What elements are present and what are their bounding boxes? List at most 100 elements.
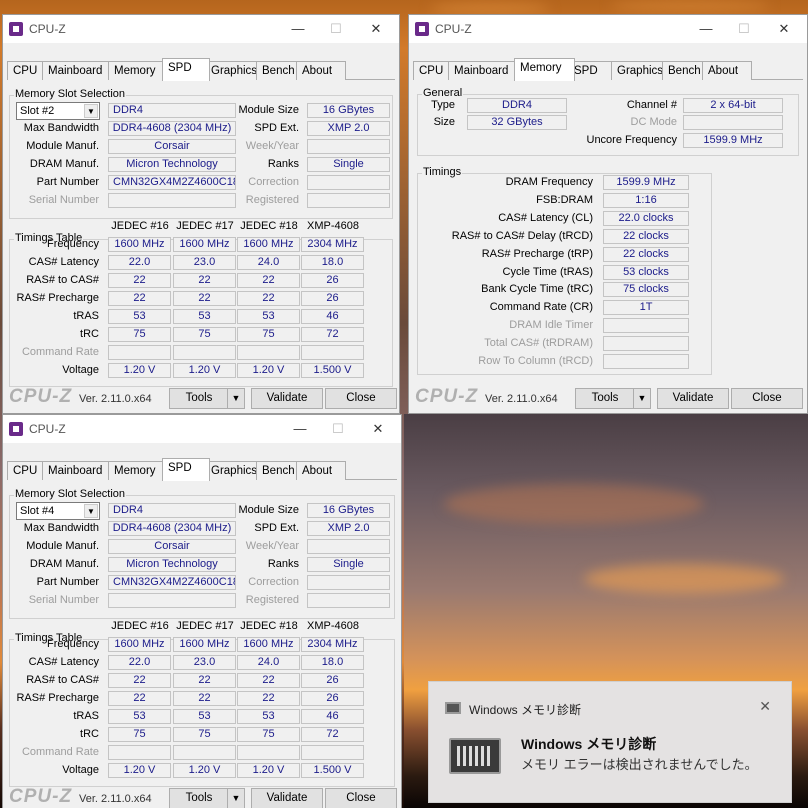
timings-row-label: RAS# Precharge — [16, 692, 99, 704]
tab-about[interactable]: About — [296, 461, 346, 480]
bandwidth-label: Max Bandwidth — [23, 122, 99, 134]
window-title: CPU-Z — [29, 22, 66, 36]
minimize-button[interactable]: — — [695, 19, 717, 39]
chevron-down-icon[interactable]: ▼ — [84, 504, 98, 518]
timings-cell: 2304 MHz — [301, 237, 364, 252]
dram-manuf-field: Micron Technology — [108, 557, 236, 572]
timing-row-label: Total CAS# (tRDRAM) — [484, 337, 593, 350]
timing-row-label: RAS# Precharge (tRP) — [481, 247, 593, 260]
close-window-button[interactable]: ✕ — [773, 19, 795, 39]
timings-cell — [108, 745, 171, 760]
close-button[interactable]: Close — [325, 788, 397, 808]
timing-row-label: Row To Column (tRCD) — [478, 355, 593, 367]
slot-select[interactable]: Slot #4 ▼ — [16, 502, 100, 520]
timings-cell: 18.0 — [301, 655, 364, 670]
tools-dropdown-arrow[interactable]: ▼ — [633, 388, 651, 409]
timings-cell: 53 — [237, 309, 300, 324]
tab-bench[interactable]: Bench — [662, 61, 707, 80]
tools-dropdown-arrow[interactable]: ▼ — [227, 788, 245, 808]
tab-bench[interactable]: Bench — [256, 461, 301, 480]
timing-row-label: Command Rate (CR) — [489, 301, 593, 314]
notification-message: メモリ エラーは検出されませんでした。 — [521, 757, 758, 772]
timings-cell: 22 — [108, 291, 171, 306]
timings-cell: 22 — [237, 691, 300, 706]
timings-row-label: RAS# to CAS# — [26, 274, 99, 286]
tab-spd[interactable]: SPD — [162, 458, 210, 481]
footer: CPU-Z Ver. 2.11.0.x64 Tools ▼ Validate Close — [409, 383, 807, 413]
tab-about[interactable]: About — [296, 61, 346, 80]
minimize-button[interactable]: — — [289, 419, 311, 439]
timings-row-label: Voltage — [62, 364, 99, 376]
timings-cell: 1600 MHz — [108, 237, 171, 252]
timings-col-header: XMP-4608 — [307, 220, 359, 232]
channel-label: Channel # — [626, 99, 677, 111]
timing-row-label: Cycle Time (tRAS) — [502, 265, 593, 278]
slot-select[interactable]: Slot #2 ▼ — [16, 102, 100, 120]
tab-mainboard[interactable]: Mainboard — [42, 461, 115, 480]
timings-col-header: JEDEC #16 — [111, 620, 169, 632]
tab-cpu[interactable]: CPU — [7, 461, 45, 480]
tab-about[interactable]: About — [702, 61, 752, 80]
timings-cell: 24.0 — [237, 655, 300, 670]
tools-button[interactable]: Tools — [169, 388, 229, 409]
title-bar[interactable]: CPU-Z — ☐ ✕ — [3, 415, 401, 443]
tab-cpu[interactable]: CPU — [7, 61, 45, 80]
tab-graphics[interactable]: Graphics — [205, 61, 263, 80]
module-manuf-label: Module Manuf. — [26, 140, 99, 152]
tab-mainboard[interactable]: Mainboard — [448, 61, 521, 80]
timings-cell: 26 — [301, 273, 364, 288]
timing-row-label: RAS# to CAS# Delay (tRCD) — [451, 229, 593, 242]
timings-row-label: tRAS — [73, 710, 99, 722]
timings-row-label: Command Rate — [21, 746, 99, 758]
notification-app-name: Windows メモリ診断 — [469, 703, 582, 717]
timings-cell — [237, 345, 300, 360]
validate-button[interactable]: Validate — [251, 788, 323, 808]
version-label: Ver. 2.11.0.x64 — [79, 793, 152, 805]
cpuz-window-spd-slot4: CPU-Z — ☐ ✕ CPU Mainboard Memory SPD Graphic… — [2, 414, 402, 808]
timings-cell — [173, 345, 236, 360]
week-year-label: Week/Year — [245, 540, 299, 552]
validate-button[interactable]: Validate — [657, 388, 729, 409]
minimize-button[interactable]: — — [287, 19, 309, 39]
timings-cell: 75 — [237, 727, 300, 742]
timings-cell: 1.20 V — [237, 363, 300, 378]
tab-graphics[interactable]: Graphics — [205, 461, 263, 480]
timing-row-field — [603, 354, 689, 369]
part-number-label: Part Number — [36, 576, 99, 588]
timings-cell: 46 — [301, 309, 364, 324]
tab-spd[interactable]: SPD — [568, 61, 616, 80]
timings-cell — [173, 745, 236, 760]
version-label: Ver. 2.11.0.x64 — [79, 393, 152, 405]
tab-memory[interactable]: Memory — [108, 461, 169, 480]
type-label: Type — [431, 99, 455, 111]
tools-dropdown-arrow[interactable]: ▼ — [227, 388, 245, 409]
tab-mainboard[interactable]: Mainboard — [42, 61, 115, 80]
title-bar[interactable]: CPU-Z — ☐ ✕ — [409, 15, 807, 43]
part-number-field: CMN32GX4M2Z4600C18 — [108, 575, 236, 590]
close-window-button[interactable]: ✕ — [367, 419, 389, 439]
timing-row-field: 22 clocks — [603, 246, 689, 262]
timings-cell: 22.0 — [108, 655, 171, 670]
cpuz-window-memory: CPU-Z — ☐ ✕ CPU Mainboard Memory SPD Graphic… — [408, 14, 808, 414]
close-button[interactable]: Close — [325, 388, 397, 409]
title-bar[interactable]: CPU-Z — ☐ ✕ — [3, 15, 399, 43]
tools-button[interactable]: Tools — [169, 788, 229, 808]
tab-memory[interactable]: Memory — [108, 61, 169, 80]
windows-notification-toast[interactable]: Windows メモリ診断 ✕ Windows メモリ診断 メモリ エラーは検出… — [428, 681, 792, 803]
tools-button[interactable]: Tools — [575, 388, 635, 409]
tab-spd[interactable]: SPD — [162, 58, 210, 81]
memory-type-field: DDR4 — [108, 103, 236, 118]
tab-graphics[interactable]: Graphics — [611, 61, 669, 80]
chevron-down-icon[interactable]: ▼ — [84, 104, 98, 118]
validate-button[interactable]: Validate — [251, 388, 323, 409]
correction-field — [307, 575, 390, 590]
tab-cpu[interactable]: CPU — [413, 61, 451, 80]
tab-memory[interactable]: Memory — [514, 58, 575, 81]
close-button[interactable]: Close — [731, 388, 803, 409]
close-window-button[interactable]: ✕ — [365, 19, 387, 39]
timings-row-label: RAS# to CAS# — [26, 674, 99, 686]
tab-bench[interactable]: Bench — [256, 61, 301, 80]
timings-cell: 22 — [108, 691, 171, 706]
cpuz-app-icon — [9, 22, 23, 36]
close-icon[interactable]: ✕ — [759, 698, 771, 715]
